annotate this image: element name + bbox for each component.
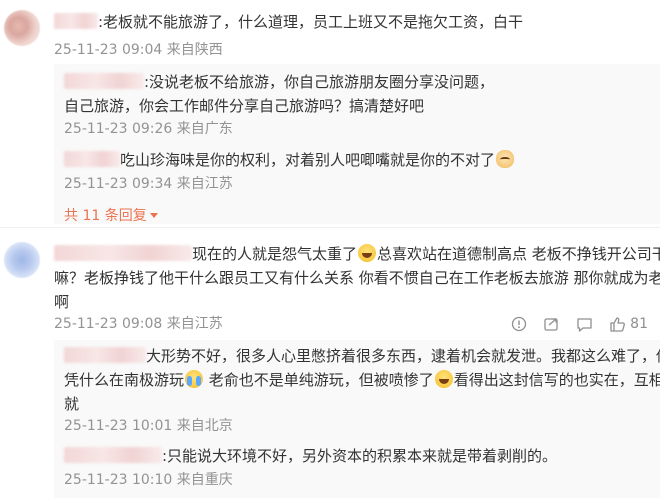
reply-text: :只能说大环境不好，另外资本的积累本来就是带着剥削的。 [64, 444, 557, 468]
report-button[interactable] [511, 316, 527, 332]
timestamp: 25-11-23 09:04 [54, 42, 163, 58]
avatar[interactable] [4, 10, 40, 46]
username[interactable] [64, 347, 146, 363]
reply-text: 凭什么在南极游玩 老俞也不是单纯游玩，但被喷惨了 看得出这封信写的也实在，互相成 [64, 370, 660, 389]
reply-text: 就 [64, 395, 80, 413]
location: 来自重庆 [176, 472, 233, 488]
location: 来自江苏 [176, 176, 233, 192]
comment-text: 现在的人就是怨气太重了 总喜欢站在道德制高点 老板不挣钱开公司干 [54, 242, 660, 266]
more-replies-button[interactable]: 共 11 条回复 [64, 205, 158, 225]
timestamp: 25-11-23 09:26 [64, 121, 173, 137]
username[interactable] [64, 447, 162, 463]
reply-button[interactable] [576, 316, 593, 333]
reply-meta: 25-11-23 09:26 来自广东 [64, 119, 233, 139]
laugh-emoji-icon [434, 370, 453, 388]
cat-emoji-icon [496, 150, 515, 168]
comment-text: 啊 [54, 293, 70, 311]
reply-meta: 25-11-23 09:34 来自江苏 [64, 174, 233, 194]
username[interactable] [64, 73, 144, 89]
username[interactable] [54, 13, 98, 29]
timestamp: 25-11-23 09:08 [54, 316, 163, 332]
reply-list: :没说老板不给旅游，你自己旅游朋友圈分享没问题， 自己旅游，你会工作邮件分享自己… [54, 64, 660, 224]
location: 来自北京 [176, 418, 233, 434]
like-button[interactable]: 81 [609, 316, 648, 333]
thumbs-up-icon [610, 316, 626, 332]
location: 来自陕西 [166, 42, 223, 58]
caret-down-icon [149, 213, 158, 218]
like-count: 81 [630, 316, 648, 332]
comment-meta: 25-11-23 09:04 来自陕西 [54, 40, 223, 60]
reply-text: :没说老板不给旅游，你自己旅游朋友圈分享没问题， [64, 70, 494, 94]
reply-text: 自己旅游，你会工作邮件分享自己旅游吗？搞清楚好吧 [64, 97, 425, 115]
reply-list: 大形势不好，很多人心里憋挤着很多东西，逮着机会就发泄。我都这么难了，你 凭什么在… [54, 340, 660, 498]
reply-text: 大形势不好，很多人心里憋挤着很多东西，逮着机会就发泄。我都这么难了，你 [64, 344, 660, 368]
location: 来自江苏 [166, 316, 223, 332]
avatar[interactable] [4, 242, 40, 278]
reply-text: 吃山珍海味是你的权利，对着别人吧唧嘴就是你的不对了 [64, 148, 515, 172]
crying-emoji-icon [185, 370, 204, 388]
comment-actions: 81 [511, 312, 648, 336]
divider [0, 227, 660, 228]
timestamp: 25-11-23 10:10 [64, 472, 173, 488]
comment-text: :老板就不能旅游了，什么道理，员工上班又不是拖欠工资，白干 [54, 10, 523, 34]
reply-meta: 25-11-23 10:10 来自重庆 [64, 470, 233, 490]
report-icon [512, 316, 527, 332]
laugh-emoji-icon [358, 244, 377, 262]
timestamp: 25-11-23 10:01 [64, 418, 173, 434]
comment-meta: 25-11-23 09:08 来自江苏 [54, 314, 223, 334]
comment-text: 嘛？老板挣钱了他干什么跟员工又有什么关系 你看不惯自己在工作老板去旅游 那你就成… [54, 269, 660, 287]
reply-meta: 25-11-23 10:01 来自北京 [64, 416, 233, 436]
share-icon [544, 317, 558, 331]
comment-icon [577, 317, 592, 332]
username[interactable] [54, 245, 192, 261]
location: 来自广东 [176, 121, 233, 137]
share-button[interactable] [543, 316, 560, 333]
timestamp: 25-11-23 09:34 [64, 176, 173, 192]
username[interactable] [64, 151, 120, 167]
